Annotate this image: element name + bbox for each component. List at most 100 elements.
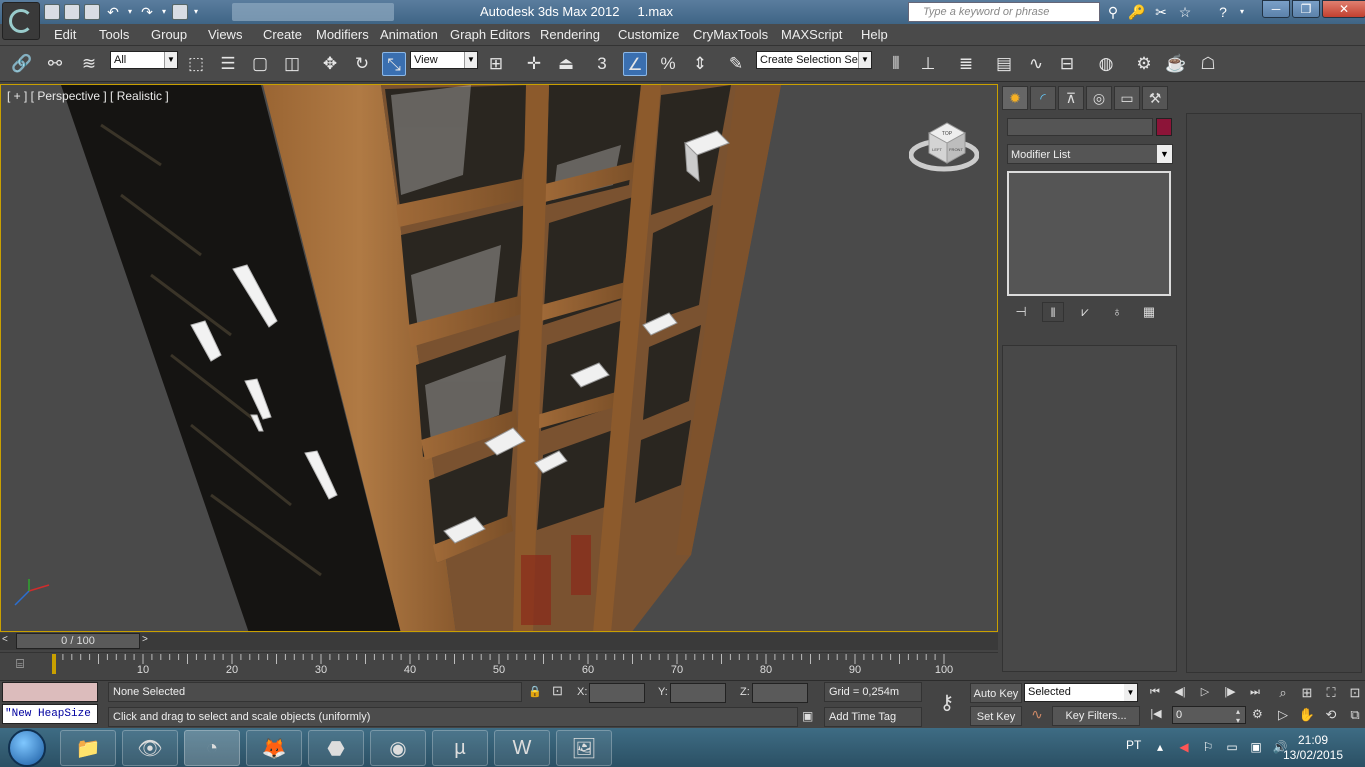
show-end-result-icon[interactable]: ‖ [1042,302,1064,322]
menu-modifiers[interactable]: Modifiers [316,27,369,42]
schematic-view-icon[interactable]: ⊟ [1055,52,1079,76]
chrome-task-icon[interactable]: ◉ [370,730,426,766]
menu-group[interactable]: Group [151,27,187,42]
menu-crymaxtools[interactable]: CryMaxTools [693,27,768,42]
play-icon[interactable]: ▷ [1194,683,1216,701]
menu-rendering[interactable]: Rendering [540,27,600,42]
subscription-key-icon[interactable]: 🔑 [1128,3,1146,21]
zoom-icon[interactable]: ⌕ [1272,683,1294,703]
orbit-icon[interactable]: ⟲ [1320,705,1342,725]
maximize-viewport-icon[interactable]: ⧉ [1344,705,1365,725]
pan-view-icon[interactable]: ✋ [1296,705,1318,725]
key-filters-button[interactable]: Key Filters... [1052,706,1140,726]
current-frame-field[interactable]: 0 [1172,706,1246,724]
pin-stack-icon[interactable]: ⊣ [1010,302,1032,322]
help-icon[interactable]: ? [1214,3,1232,21]
utilities-tab-icon[interactable]: ⚒ [1142,86,1168,110]
key-mode-dropdown[interactable]: Selected ▼ [1024,683,1138,702]
snaps-toggle-icon[interactable]: 3 [590,52,614,76]
system-clock[interactable]: 21:09 13/02/2015 [1276,733,1350,763]
frame-ruler[interactable] [40,652,998,680]
time-configuration-icon[interactable]: ⚙ [1252,707,1270,725]
spinner-snap-icon[interactable]: ⇕ [688,52,712,76]
window-crossing-icon[interactable]: ◫ [280,52,304,76]
viewport-label[interactable]: [ + ] [ Perspective ] [ Realistic ] [7,89,169,103]
time-slider-prev[interactable]: < [2,634,14,649]
selection-filter-dropdown[interactable]: All ▼ [110,51,178,69]
save-file-icon[interactable] [84,4,100,20]
rendered-frame-window-icon[interactable]: ☕ [1164,52,1188,76]
remove-modifier-icon[interactable]: ♁ [1106,302,1128,322]
perspective-viewport[interactable]: [ + ] [ Perspective ] [ Realistic ] TOP … [0,84,998,632]
reference-coordinate-dropdown[interactable]: View ▼ [410,51,478,69]
help-dropdown-icon[interactable]: ▾ [1238,3,1246,21]
motion-tab-icon[interactable]: ◎ [1086,86,1112,110]
select-by-name-icon[interactable]: ☰ [216,52,240,76]
field-of-view-icon[interactable]: ▷ [1272,705,1294,725]
next-frame-icon[interactable]: |▶ [1219,683,1241,701]
start-button[interactable] [8,729,46,767]
menu-help[interactable]: Help [861,27,888,42]
keyboard-shortcut-override-icon[interactable]: ⏏ [554,52,578,76]
render-setup-icon[interactable]: ⚙ [1132,52,1156,76]
current-frame-marker[interactable] [52,654,56,674]
network-icon[interactable]: ▭ [1224,739,1240,755]
firefox-task-icon[interactable]: 🦊 [246,730,302,766]
previous-frame-icon[interactable]: ◀| [1169,683,1191,701]
action-center-icon[interactable]: ⚐ [1200,739,1216,755]
named-selection-dropdown[interactable]: Create Selection Se ▼ [756,51,872,69]
favorites-star-icon[interactable]: ☆ [1176,3,1194,21]
maxscript-listener-input[interactable] [2,682,98,702]
make-unique-icon[interactable]: ⩗ [1074,302,1096,322]
absolute-relative-toggle-icon[interactable]: ⊡ [552,683,570,701]
viewcube[interactable]: TOP LEFT FRONT [909,115,979,175]
select-and-manipulate-icon[interactable]: ✛ [522,52,546,76]
select-and-move-icon[interactable]: ✥ [318,52,342,76]
menu-maxscript[interactable]: MAXScript [781,27,842,42]
display-tab-icon[interactable]: ▭ [1114,86,1140,110]
new-file-icon[interactable] [44,4,60,20]
select-and-link-icon[interactable]: 🔗 [10,52,34,76]
angle-snap-icon[interactable]: ∠ [623,52,647,76]
edit-named-selection-icon[interactable]: ✎ [724,52,748,76]
menu-edit[interactable]: Edit [54,27,76,42]
align-icon[interactable]: ⊥ [916,52,940,76]
layer-manager-icon[interactable]: ≣ [954,52,978,76]
create-tab-icon[interactable]: ✹ [1002,86,1028,110]
key-tangent-icon[interactable]: ∿ [1026,706,1048,726]
hierarchy-tab-icon[interactable]: ⊼ [1058,86,1084,110]
use-pivot-center-icon[interactable]: ⊞ [484,52,508,76]
menu-create[interactable]: Create [263,27,302,42]
explorer-task-icon[interactable]: 📁 [60,730,116,766]
viewer-task-icon[interactable]: 👁 [122,730,178,766]
zoom-extents-icon[interactable]: ⛶ [1320,683,1342,703]
material-editor-icon[interactable]: ◍ [1094,52,1118,76]
auto-key-button[interactable]: Auto Key [970,683,1022,703]
object-color-swatch[interactable] [1156,118,1172,136]
zoom-all-icon[interactable]: ⊞ [1296,683,1318,703]
time-slider-next[interactable]: > [142,634,154,649]
sketchup-task-icon[interactable]: ⬣ [308,730,364,766]
restore-button[interactable]: ❐ [1292,0,1320,18]
undo-dropdown-icon[interactable]: ▾ [126,3,134,21]
redo-dropdown-icon[interactable]: ▾ [160,3,168,21]
percent-snap-icon[interactable]: % [656,52,680,76]
time-slider-thumb[interactable]: 0 / 100 [16,633,140,649]
menu-animation[interactable]: Animation [380,27,438,42]
select-and-scale-icon[interactable]: ⤡ [382,52,406,76]
menu-customize[interactable]: Customize [618,27,679,42]
minimize-button[interactable]: ─ [1262,0,1290,18]
set-keys-icon[interactable]: ⚷ [930,690,964,714]
close-button[interactable]: ✕ [1322,0,1365,18]
configure-modifier-sets-icon[interactable]: ▦ [1138,302,1160,322]
go-to-start-icon[interactable]: ⏮ [1144,683,1166,701]
language-indicator[interactable]: PT [1126,738,1141,752]
render-production-icon[interactable]: ☖ [1196,52,1220,76]
maxscript-listener-output[interactable]: "New HeapSize [2,704,98,724]
undo-icon[interactable]: ↶ [104,3,122,21]
set-key-button[interactable]: Set Key [970,706,1022,726]
modify-tab-icon[interactable]: ◜ [1030,86,1056,110]
utorrent-task-icon[interactable]: µ [432,730,488,766]
select-and-rotate-icon[interactable]: ↻ [350,52,374,76]
graphite-ribbon-icon[interactable]: ▤ [992,52,1016,76]
